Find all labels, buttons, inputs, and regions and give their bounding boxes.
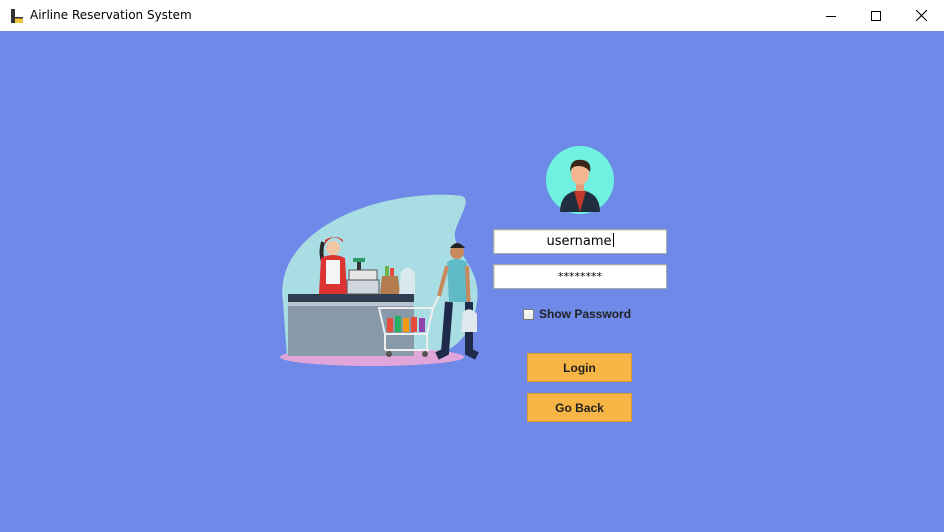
close-icon <box>915 10 927 21</box>
minimize-icon <box>826 15 836 17</box>
password-field[interactable]: ******** <box>493 264 667 289</box>
title-bar: Airline Reservation System <box>0 0 944 31</box>
show-password-option[interactable]: Show Password <box>523 307 631 321</box>
user-avatar-icon <box>546 146 614 214</box>
show-password-label: Show Password <box>539 307 632 321</box>
go-back-button[interactable]: Go Back <box>527 393 632 422</box>
maximize-icon <box>871 10 881 21</box>
grocery-checkout-illustration <box>280 194 479 366</box>
show-password-checkbox[interactable] <box>523 308 534 320</box>
close-button[interactable] <box>898 0 944 31</box>
text-caret <box>612 233 614 247</box>
login-button[interactable]: Login <box>527 353 632 382</box>
app-icon <box>11 9 23 23</box>
username-field[interactable]: username <box>493 229 667 254</box>
window-title: Airline Reservation System <box>30 8 192 22</box>
maximize-button[interactable] <box>853 0 899 31</box>
username-value: username <box>546 234 612 249</box>
minimize-button[interactable] <box>808 0 854 31</box>
